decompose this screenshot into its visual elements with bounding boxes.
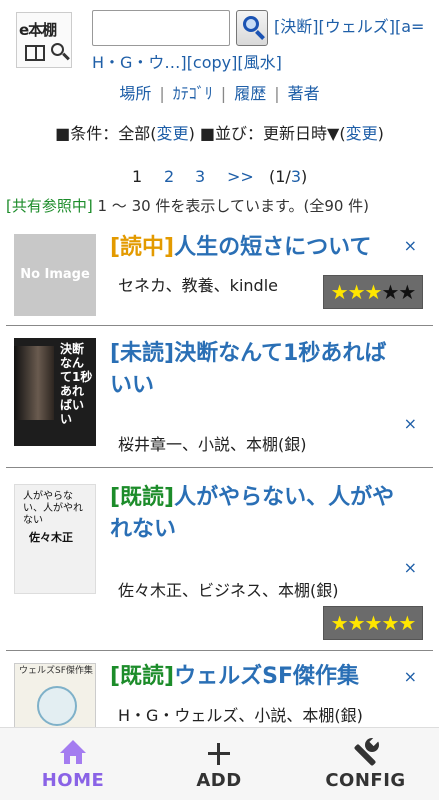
delete-button[interactable]: × <box>404 414 417 433</box>
page-summary-close: ) <box>301 167 308 186</box>
search-button[interactable] <box>236 10 268 46</box>
nav-category[interactable]: ｶﾃｺﾞﾘ <box>165 84 221 103</box>
nav-history[interactable]: 履歴 <box>226 84 274 103</box>
sort-change-link[interactable]: 変更 <box>346 124 378 143</box>
home-icon <box>59 740 87 768</box>
rating-empty: ★★ <box>381 280 416 304</box>
page-last-link[interactable]: 3 <box>291 167 301 186</box>
book-item[interactable]: 人がやらない、人がやれない 佐々木正 [既読]人がやらない、人がやれない × 佐… <box>6 468 433 651</box>
book-cover[interactable]: 人がやらない、人がやれない 佐々木正 <box>14 484 96 594</box>
cover-author: 佐々木正 <box>29 531 73 544</box>
book-title[interactable]: [読中]人生の短さについて <box>110 232 396 264</box>
book-status: [既読] <box>110 664 175 689</box>
page-2-link[interactable]: 2 <box>164 165 174 189</box>
book-meta: 桜井章一、小説、本棚(銀) <box>118 435 307 454</box>
nav-author[interactable]: 著者 <box>280 84 328 103</box>
nav-separator: | <box>159 84 165 103</box>
book-cover[interactable]: 決断なんて1秒あればいい <box>14 338 96 446</box>
tab-home-label: HOME <box>41 770 105 791</box>
book-title-text: 人生の短さについて <box>174 235 372 260</box>
book-item[interactable]: No Image [読中]人生の短さについて × セネカ、教養、kindle ★… <box>6 224 433 326</box>
quick-link-decision[interactable]: [決断] <box>274 17 319 36</box>
delete-button[interactable]: × <box>404 236 417 255</box>
bottom-tab-bar: HOME ADD CONFIG <box>0 727 439 800</box>
no-image-label: No Image <box>20 267 90 282</box>
tab-home[interactable]: HOME <box>0 728 146 800</box>
wrench-icon <box>351 736 379 768</box>
book-status: [未読] <box>110 341 175 366</box>
quick-link-author-a-cont[interactable]: H・G・ウ…] <box>92 53 187 72</box>
result-range-text: 1 〜 30 件を表示しています。(全90 件) <box>92 197 370 215</box>
book-title[interactable]: [未読]決断なんて1秒あればいい <box>110 338 396 402</box>
app-logo[interactable]: e本棚 <box>16 12 72 68</box>
book-title-text: ウェルズSF傑作集 <box>174 664 359 689</box>
filter-conditions: ■条件：全部(変更) ■並び：更新日時▼(変更) <box>0 122 439 146</box>
quick-link-fengshui[interactable]: [風水] <box>237 53 282 72</box>
cover-title: ウェルズSF傑作集 <box>19 666 93 676</box>
tab-add-label: ADD <box>196 770 242 791</box>
quick-link-copy[interactable]: [copy] <box>187 53 238 72</box>
magnifier-handle <box>62 52 70 61</box>
book-title[interactable]: [既読]人がやらない、人がやれない <box>110 482 396 546</box>
rating-filled: ★★★ <box>330 280 383 304</box>
quick-search-links: [決断][ウェルズ][a= <box>274 14 436 40</box>
search-icon-handle <box>255 30 265 40</box>
result-status: [共有参照中] 1 〜 30 件を表示しています。(全90 件) <box>6 195 436 217</box>
condition-change-link[interactable]: 変更 <box>157 124 189 143</box>
page-current: 1 <box>132 167 143 186</box>
app-header: e本棚 [決断][ウェルズ][a= H・G・ウ…][copy][風水] <box>0 0 439 78</box>
cover-photo <box>14 346 54 420</box>
search-input[interactable] <box>92 10 230 46</box>
quick-link-wells[interactable]: [ウェルズ] <box>319 17 396 36</box>
rating-filled: ★★★★★ <box>330 611 417 635</box>
cover-illustration <box>37 686 77 726</box>
nav-separator: | <box>274 84 280 103</box>
delete-button[interactable]: × <box>404 558 417 577</box>
condition-label: ■条件：全部( <box>55 124 157 143</box>
rating-stars: ★★★★★ <box>323 275 423 309</box>
cover-title: 決断なんて1秒あればいい <box>60 342 93 426</box>
book-status: [既読] <box>110 485 175 510</box>
quick-search-links-2: H・G・ウ…][copy][風水] <box>92 51 282 75</box>
book-item[interactable]: 決断なんて1秒あればいい [未読]決断なんて1秒あればいい × 桜井章一、小説、… <box>6 326 433 468</box>
tab-config-label: CONFIG <box>325 770 406 791</box>
plus-icon-v <box>217 743 220 765</box>
tab-add[interactable]: ADD <box>146 728 292 800</box>
book-title[interactable]: [既読]ウェルズSF傑作集 <box>110 661 396 693</box>
book-icon <box>25 45 45 61</box>
shared-view-badge: [共有参照中] <box>6 197 93 215</box>
delete-button[interactable]: × <box>404 667 417 686</box>
page-next-link[interactable]: >> <box>227 165 254 189</box>
logo-text: e本棚 <box>19 21 57 39</box>
sort-label: ) ■並び：更新日時▼( <box>188 124 346 143</box>
page-summary-open: (1/ <box>269 167 291 186</box>
home-icon-door <box>70 756 76 764</box>
nav-location[interactable]: 場所 <box>111 84 159 103</box>
page-summary: (1/3) <box>269 165 307 189</box>
sort-close: ) <box>377 124 384 143</box>
book-meta: 佐々木正、ビジネス、本棚(銀) <box>118 581 339 600</box>
page-3-link[interactable]: 3 <box>195 165 205 189</box>
book-cover[interactable]: No Image <box>14 234 96 316</box>
tab-config[interactable]: CONFIG <box>292 728 439 800</box>
book-meta: H・G・ウェルズ、小説、本棚(銀) <box>118 706 363 725</box>
plus-icon <box>205 740 233 768</box>
rating-stars: ★★★★★ <box>323 606 423 640</box>
book-status: [読中] <box>110 235 175 260</box>
quick-link-author-a[interactable]: [a= <box>395 17 424 36</box>
cover-title: 人がやらない、人がやれない <box>23 491 83 526</box>
filter-nav: 場所 | ｶﾃｺﾞﾘ | 履歴 | 著者 <box>0 80 439 108</box>
